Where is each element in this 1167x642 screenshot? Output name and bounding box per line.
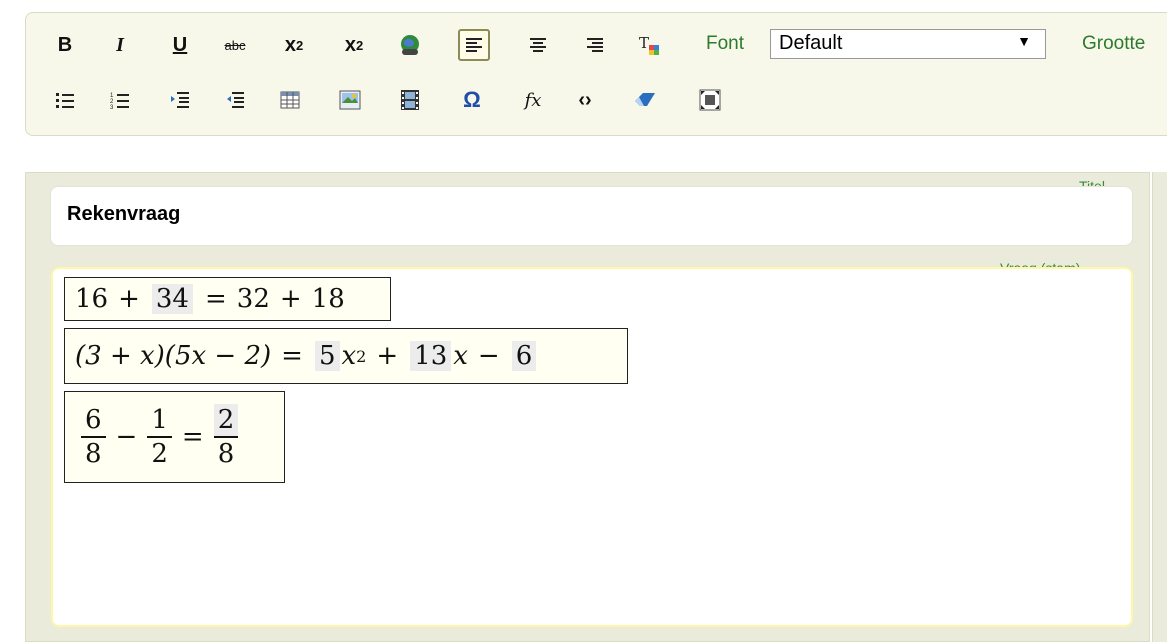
- equation-2[interactable]: (3 + x)(5x − 2) = 5 x2 + 13 x − 6: [64, 328, 628, 384]
- size-label: Grootte: [1082, 33, 1146, 54]
- eq3-fraction-1: 6 8: [81, 404, 106, 470]
- subscript-base: x: [284, 33, 296, 56]
- text-color-icon: T: [639, 34, 659, 55]
- align-right-icon: [587, 38, 603, 52]
- eq2-gap-input-3[interactable]: 6: [511, 341, 537, 371]
- indent-icon: [171, 92, 189, 108]
- outdent-icon: [227, 92, 244, 108]
- eq1-term-a: 16: [75, 284, 109, 314]
- eq2-gap-input-2[interactable]: 13: [410, 341, 452, 371]
- eraser-button[interactable]: [631, 86, 659, 114]
- svg-text:T: T: [639, 34, 649, 52]
- align-center-icon: [530, 38, 546, 52]
- eq2-plus: +: [376, 341, 399, 371]
- bullet-list-icon: [56, 93, 74, 108]
- eq3-minus: −: [115, 422, 138, 452]
- eq1-term-c: 18: [311, 284, 345, 314]
- eq3-gap-input[interactable]: 2: [213, 404, 239, 438]
- font-select[interactable]: Default ▼: [770, 29, 1046, 59]
- table-icon: [280, 91, 300, 109]
- video-button[interactable]: [396, 86, 424, 114]
- eq1-gap-input[interactable]: 34: [151, 284, 193, 314]
- eq3-f2-denominator: 2: [151, 439, 168, 469]
- link-button[interactable]: [396, 31, 424, 59]
- equation-1[interactable]: 16 + 34 = 32 + 18: [64, 277, 391, 321]
- superscript-base: x: [344, 33, 356, 56]
- eq3-f2-numerator: 1: [147, 404, 172, 438]
- strikethrough-button[interactable]: abc: [221, 31, 249, 59]
- eq2-x: x: [453, 341, 468, 371]
- eq2-x-squared: x: [341, 341, 357, 371]
- image-icon: [339, 90, 361, 110]
- align-left-button[interactable]: [458, 29, 490, 61]
- source-code-button[interactable]: ‹›: [571, 86, 599, 114]
- table-button[interactable]: [276, 86, 304, 114]
- subscript-button[interactable]: x2: [276, 31, 312, 59]
- bold-button[interactable]: B: [51, 31, 79, 59]
- eraser-icon: [635, 93, 655, 106]
- maximize-button[interactable]: [696, 86, 724, 114]
- eq1-plus-2: +: [279, 284, 302, 314]
- eq2-equals: =: [281, 341, 303, 371]
- special-char-button[interactable]: Ω: [458, 86, 486, 114]
- eq1-equals: =: [204, 284, 227, 314]
- eq3-fraction-2: 1 2: [147, 404, 172, 470]
- editor-toolbar: B I U abc x2 x2 T Font Default ▼ Grootte…: [25, 12, 1167, 136]
- eq3-f3-denominator: 8: [217, 439, 235, 469]
- globe-link-icon: [401, 35, 419, 55]
- formula-button[interactable]: fx: [519, 86, 547, 114]
- numbered-list-button[interactable]: 1 2 3: [106, 86, 134, 114]
- superscript-button[interactable]: x2: [336, 31, 372, 59]
- align-right-button[interactable]: [581, 31, 609, 59]
- title-field[interactable]: Rekenvraag: [50, 186, 1133, 246]
- font-label: Font: [706, 33, 745, 54]
- indent-button[interactable]: [166, 86, 194, 114]
- bullet-list-button[interactable]: [51, 86, 79, 114]
- maximize-icon: [699, 89, 721, 111]
- eq1-term-b: 32: [236, 284, 270, 314]
- font-select-value: Default: [779, 32, 843, 54]
- chevron-down-icon: ▼: [1017, 33, 1031, 49]
- eq2-exponent: 2: [356, 346, 367, 366]
- outdent-button[interactable]: [221, 86, 249, 114]
- italic-button[interactable]: I: [106, 31, 134, 59]
- align-center-button[interactable]: [524, 31, 552, 59]
- svg-text:3: 3: [110, 105, 114, 109]
- eq3-fraction-3: 2 8: [213, 404, 239, 470]
- eq1-plus: +: [118, 284, 140, 314]
- eq2-gap-input-1[interactable]: 5: [314, 341, 340, 371]
- eq3-f1-denominator: 8: [85, 439, 102, 469]
- eq2-minus: −: [477, 341, 500, 371]
- align-left-icon: [466, 38, 482, 52]
- subscript-index: 2: [295, 37, 304, 53]
- image-button[interactable]: [336, 86, 364, 114]
- eq3-equals: =: [181, 422, 204, 452]
- eq3-f1-numerator: 6: [81, 404, 106, 438]
- side-panel: [1152, 172, 1167, 642]
- underline-button[interactable]: U: [166, 31, 194, 59]
- superscript-index: 2: [355, 37, 364, 53]
- equation-3[interactable]: 6 8 − 1 2 = 2 8: [64, 391, 285, 483]
- eq2-lhs: (3 + x)(5x − 2): [75, 341, 272, 371]
- text-color-button[interactable]: T: [636, 31, 664, 59]
- numbered-list-icon: 1 2 3: [110, 93, 129, 109]
- film-icon: [401, 90, 419, 110]
